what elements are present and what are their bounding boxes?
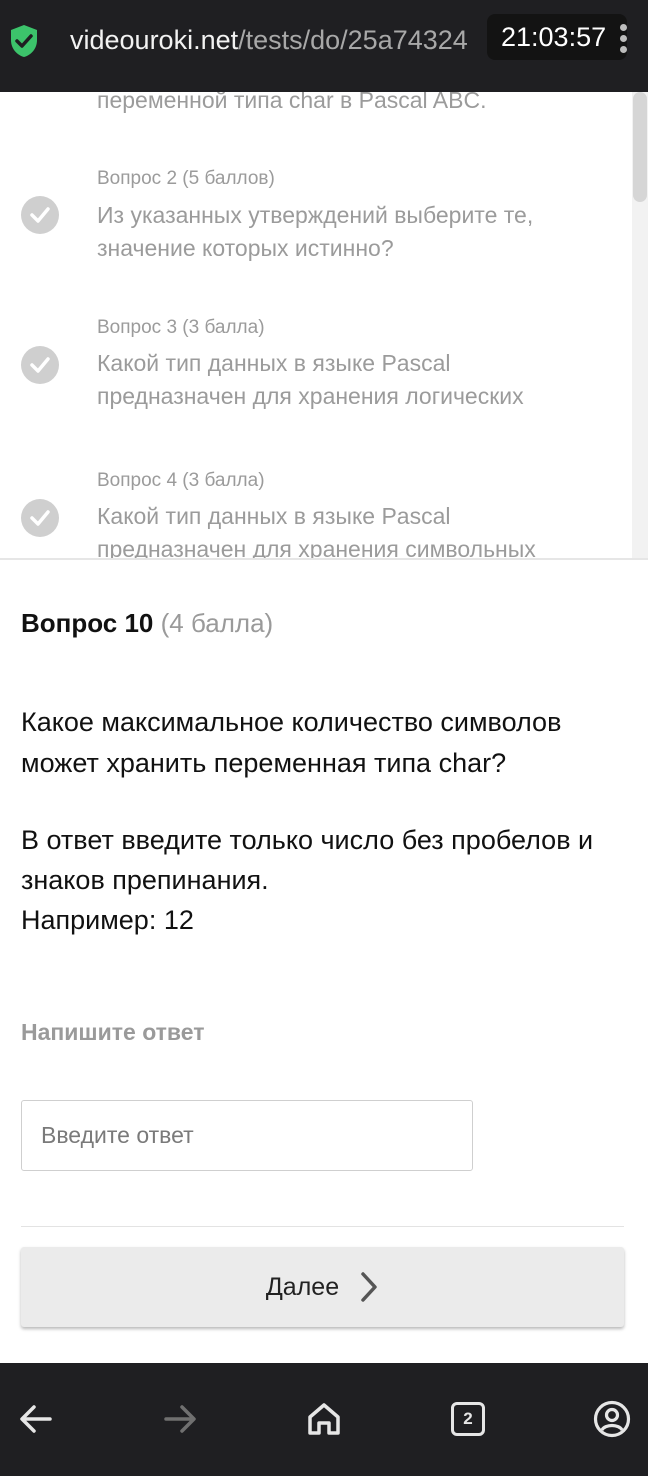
address-bar[interactable]: videouroki.net/tests/do/25a74324 [70,20,468,60]
more-menu-icon[interactable] [620,24,628,54]
chevron-right-icon [361,1272,377,1302]
url-host: videouroki.net [70,25,239,55]
check-circle-icon [21,196,59,234]
question-text: Какое максимальное количество символов м… [21,707,562,778]
question-points: (4 балла) [160,608,274,638]
url-path: /tests/do/25a74324 [238,25,468,55]
secure-shield-icon[interactable] [9,24,39,58]
bottom-nav-bar: 2 [0,1363,648,1476]
scrollbar-thumb[interactable] [633,92,647,202]
question-list-partial-text: переменной типа char в Pascal ABC. [97,92,487,113]
question-text: Из указанных утверждений выберите те, зн… [97,202,534,261]
instruction-line: В ответ введите только число без пробело… [21,825,594,895]
check-circle-icon [21,346,59,384]
question-header: Вопрос 2 (5 баллов) [97,168,275,189]
scrollbar-track[interactable] [632,92,648,558]
browser-top-bar: videouroki.net/tests/do/25a74324 21:03:5… [0,0,648,92]
question-instruction: В ответ введите только число без пробело… [21,820,631,940]
question-header: Вопрос 4 (3 балла) [97,470,265,491]
question-text: Какой тип данных в языке Pascal предназн… [97,350,524,409]
back-arrow-icon[interactable] [12,1395,60,1443]
home-icon[interactable] [300,1395,348,1443]
question-text: Какой тип данных в языке Pascal предназн… [97,503,536,560]
divider [0,558,648,560]
account-icon[interactable] [588,1395,636,1443]
forward-arrow-icon[interactable] [156,1395,204,1443]
question-list[interactable]: переменной типа char в Pascal ABC. Вопро… [0,92,648,560]
check-circle-icon [21,499,59,537]
question-number: Вопрос 10 [21,608,154,638]
instruction-example: Например: 12 [21,905,194,935]
divider [21,1226,624,1227]
answer-input[interactable] [21,1100,473,1171]
page-title: Вопрос 10 (4 балла) [21,608,273,639]
tabs-icon[interactable]: 2 [444,1395,492,1443]
next-button[interactable]: Далее [21,1247,624,1327]
next-button-label: Далее [265,1272,340,1301]
question-header: Вопрос 3 (3 балла) [97,317,265,338]
clock-overlay: 21:03:57 [487,14,627,60]
answer-label: Напишите ответ [21,1019,205,1045]
tabs-count: 2 [451,1402,485,1436]
